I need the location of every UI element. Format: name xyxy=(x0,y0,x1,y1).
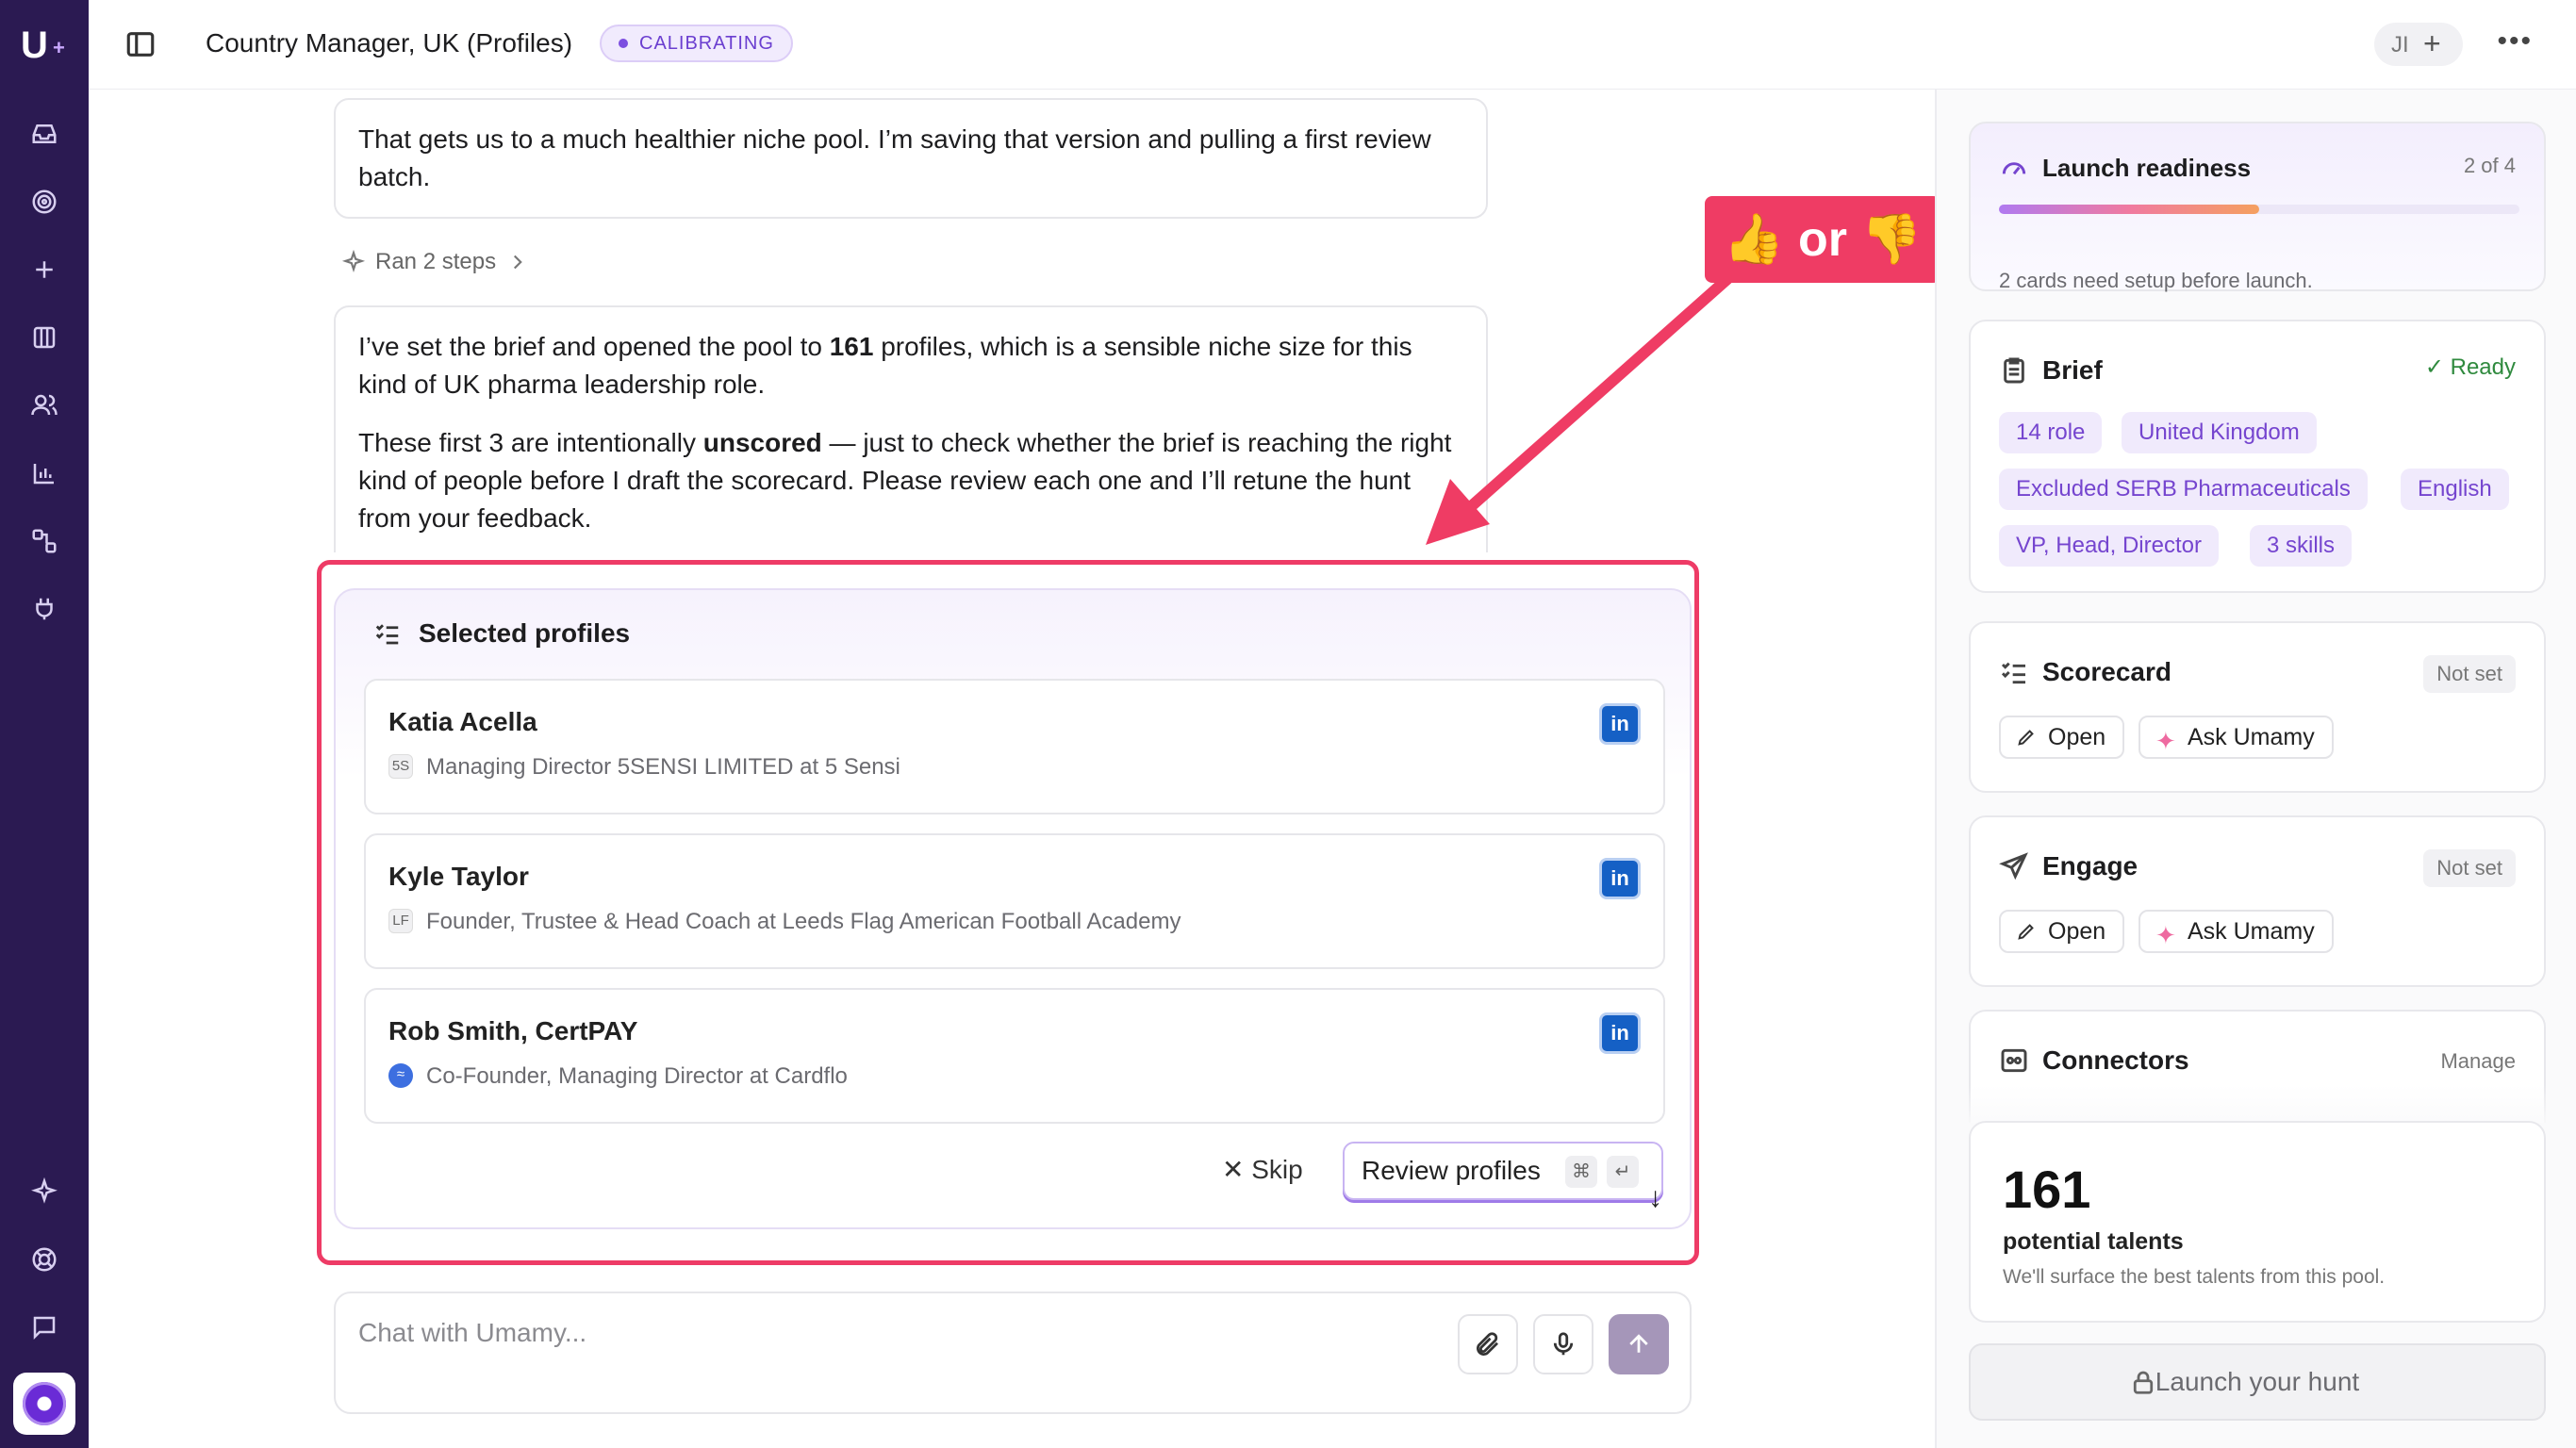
scorecard-status: Not set xyxy=(2423,655,2516,693)
scorecard-ask-button[interactable]: ✦ Ask Umamy xyxy=(2138,716,2334,759)
sparkle-icon[interactable] xyxy=(27,1175,61,1209)
chevron-right-icon xyxy=(514,255,522,270)
send-button[interactable] xyxy=(1609,1314,1669,1374)
collaborators[interactable]: JI + xyxy=(2374,23,2463,66)
message-paragraph: I’ve set the brief and opened the pool t… xyxy=(358,332,1412,399)
target-icon[interactable] xyxy=(27,185,61,219)
columns-icon[interactable] xyxy=(27,321,61,354)
launch-readiness-card: Launch readiness 2 of 4 2 cards need set… xyxy=(1969,122,2546,292)
help-icon[interactable] xyxy=(27,1242,61,1276)
connectors-title: Connectors xyxy=(2042,1045,2189,1075)
pencil-icon xyxy=(2018,924,2034,940)
checklist-icon xyxy=(1999,657,2029,687)
readiness-count: 2 of 4 xyxy=(2463,154,2516,177)
gauge-icon xyxy=(1999,154,2029,184)
sparkle-icon xyxy=(341,250,366,273)
voice-button[interactable] xyxy=(1533,1314,1593,1374)
inbox-icon[interactable] xyxy=(27,117,61,151)
chart-icon[interactable] xyxy=(27,456,61,490)
ran-steps-label: Ran 2 steps xyxy=(375,249,497,274)
avatar-icon xyxy=(23,1382,66,1425)
pencil-icon xyxy=(2018,730,2034,746)
chat-icon[interactable] xyxy=(27,1310,61,1344)
app-logo[interactable]: U + xyxy=(21,25,68,66)
user-avatar[interactable] xyxy=(13,1373,75,1435)
launch-hunt-label: Launch your hunt xyxy=(2155,1367,2360,1396)
lock-icon xyxy=(2133,1371,2154,1394)
ran-steps-toggle[interactable]: Ran 2 steps xyxy=(341,249,530,275)
users-icon[interactable] xyxy=(27,388,61,422)
connectors-manage-link[interactable]: Manage xyxy=(2440,1049,2516,1074)
engage-card[interactable]: Engage Not set Open ✦ Ask Umamy xyxy=(1969,815,2546,987)
send-icon xyxy=(1999,851,2029,881)
talents-count: 161 xyxy=(2003,1160,2091,1219)
launch-readiness-title: Launch readiness xyxy=(2042,154,2252,182)
brief-tag: 14 role xyxy=(1999,412,2103,453)
engage-open-button[interactable]: Open xyxy=(1999,910,2125,953)
left-rail: U + xyxy=(0,0,89,1448)
brief-title: Brief xyxy=(2042,355,2103,385)
brief-tag: VP, Head, Director xyxy=(1999,525,2219,567)
message-text: That gets us to a much healthier niche p… xyxy=(358,124,1431,191)
brief-tag: Excluded SERB Pharmaceuticals xyxy=(1999,469,2368,510)
brief-tag: United Kingdom xyxy=(2122,412,2317,453)
more-options-icon[interactable]: ••• xyxy=(2497,27,2533,56)
engage-status: Not set xyxy=(2423,849,2516,887)
sparkle-icon: ✦ xyxy=(2155,921,2176,949)
assistant-message: I’ve set the brief and opened the pool t… xyxy=(334,305,1488,552)
brief-tag: English xyxy=(2401,469,2509,510)
talents-label: potential talents xyxy=(2003,1228,2184,1255)
sparkle-icon: ✦ xyxy=(2155,727,2176,755)
plus-icon[interactable] xyxy=(27,253,61,287)
brief-status: ✓ Ready xyxy=(2424,354,2516,380)
message-paragraph: These first 3 are intentionally unscored… xyxy=(358,428,1452,533)
readiness-subtext: 2 cards need setup before launch. xyxy=(1999,269,2313,292)
launch-hunt-button[interactable]: Launch your hunt xyxy=(1969,1343,2546,1421)
top-bar: Country Manager, UK (Profiles) CALIBRATI… xyxy=(89,0,2576,90)
clipboard-icon xyxy=(1999,355,2029,386)
talents-card: 161 potential talents We'll surface the … xyxy=(1969,1121,2546,1323)
workflow-icon[interactable] xyxy=(27,524,61,558)
brief-tag: 3 skills xyxy=(2250,525,2353,567)
talents-description: We'll surface the best talents from this… xyxy=(2003,1266,2386,1288)
user-initials: JI xyxy=(2391,32,2409,58)
add-collaborator-icon[interactable]: + xyxy=(2423,26,2441,61)
paperclip-icon xyxy=(1477,1332,1498,1356)
page-title: Country Manager, UK (Profiles) xyxy=(206,28,573,58)
highlight-frame xyxy=(317,560,1699,1265)
chat-input[interactable]: Chat with Umamy... xyxy=(334,1292,1692,1414)
sidebar-toggle-icon[interactable] xyxy=(124,28,157,60)
scorecard-title: Scorecard xyxy=(2042,657,2171,686)
engage-ask-button[interactable]: ✦ Ask Umamy xyxy=(2138,910,2334,953)
arrow-up-icon xyxy=(1629,1334,1648,1353)
attach-button[interactable] xyxy=(1458,1314,1518,1374)
scorecard-card[interactable]: Scorecard Not set Open ✦ Ask Umamy xyxy=(1969,621,2546,793)
scorecard-open-button[interactable]: Open xyxy=(1999,716,2125,759)
connector-icon xyxy=(1999,1045,2029,1076)
status-badge: CALIBRATING xyxy=(600,25,793,62)
chat-placeholder: Chat with Umamy... xyxy=(358,1318,587,1347)
engage-title: Engage xyxy=(2042,851,2138,880)
brief-card[interactable]: Brief ✓ Ready 14 role United Kingdom Exc… xyxy=(1969,320,2546,593)
readiness-progress xyxy=(1999,205,2519,214)
microphone-icon xyxy=(1553,1332,1574,1356)
annotation-label: 👍 or 👎 xyxy=(1705,196,1940,283)
assistant-message: That gets us to a much healthier niche p… xyxy=(334,98,1488,219)
plug-icon[interactable] xyxy=(27,592,61,626)
readiness-progress-fill xyxy=(1999,205,2259,214)
right-panel: Launch readiness 2 of 4 2 cards need set… xyxy=(1935,90,2576,1448)
